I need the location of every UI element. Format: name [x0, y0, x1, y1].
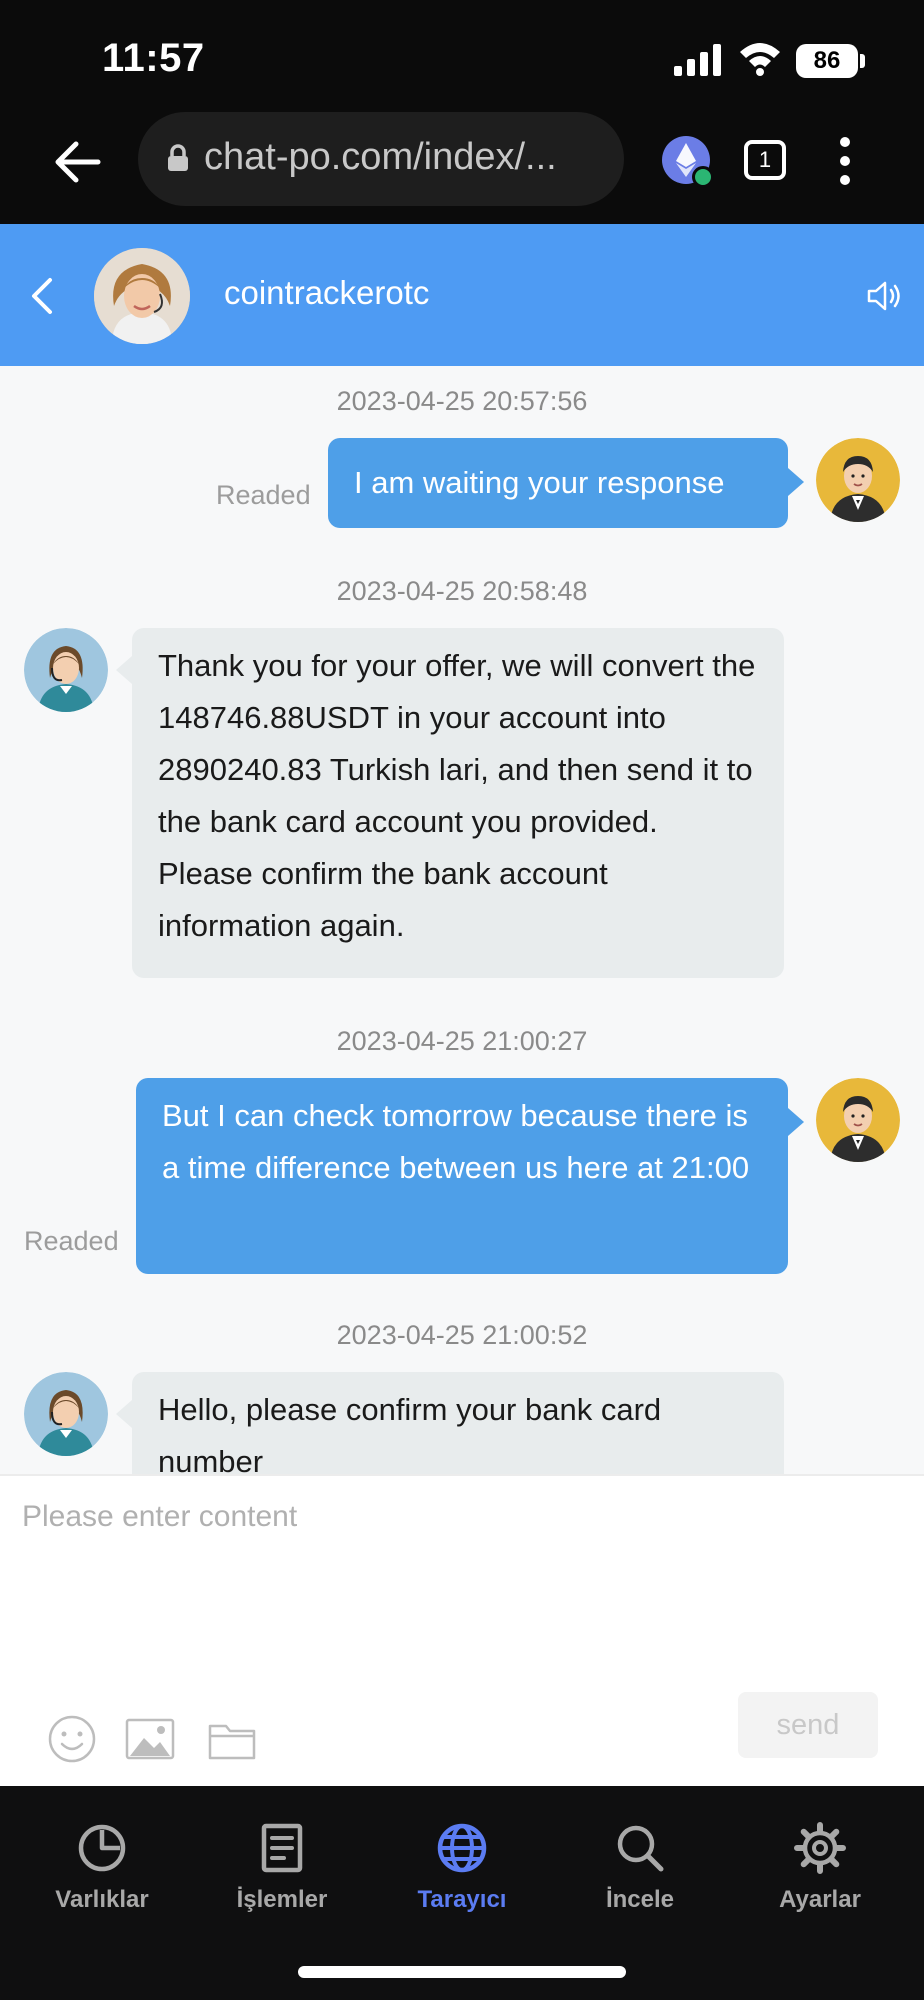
pie-chart-icon — [78, 1824, 126, 1872]
document-list-icon — [261, 1823, 303, 1873]
nav-item-incele[interactable]: İncele — [560, 1822, 720, 1932]
message-composer: send — [0, 1474, 924, 1786]
address-bar[interactable]: chat-po.com/index/... — [138, 112, 624, 206]
user-avatar[interactable] — [816, 438, 900, 522]
chevron-left-icon[interactable] — [28, 276, 56, 316]
outgoing-message-bubble[interactable]: But I can check tomorrow because there i… — [136, 1078, 788, 1274]
nav-label: Varlıklar — [55, 1886, 149, 1913]
message-timestamp: 2023-04-25 20:58:48 — [336, 576, 588, 606]
nav-label: İşlemler — [236, 1886, 328, 1913]
read-status: Readed — [216, 480, 311, 510]
nav-label: Tarayıcı — [417, 1886, 507, 1913]
incoming-message-bubble[interactable]: Hello, please confirm your bank card num… — [132, 1372, 784, 1474]
cellular-signal-icon — [674, 44, 721, 76]
message-timestamp: 2023-04-25 21:00:27 — [336, 1026, 588, 1056]
bubble-tail — [116, 1400, 132, 1428]
agent-avatar[interactable] — [24, 628, 108, 712]
message-input[interactable] — [22, 1500, 902, 1660]
folder-icon[interactable] — [206, 1714, 258, 1764]
message-timestamp: 2023-04-25 20:57:56 — [336, 386, 588, 416]
tabs-count-button[interactable]: 1 — [744, 140, 786, 180]
bubble-tail — [116, 656, 132, 684]
read-status: Readed — [24, 1226, 119, 1256]
user-avatar-image — [816, 1078, 900, 1162]
gear-icon — [794, 1822, 846, 1874]
message-list[interactable]: 2023-04-25 20:57:56 Readed I am waiting … — [0, 366, 924, 1474]
lock-icon — [168, 144, 188, 171]
outgoing-message-bubble[interactable]: I am waiting your response — [328, 438, 788, 528]
battery-tip — [860, 54, 865, 68]
bubble-tail — [788, 468, 804, 496]
battery-indicator: 86 — [796, 44, 858, 78]
user-avatar-image — [816, 438, 900, 522]
user-avatar[interactable] — [816, 1078, 900, 1162]
status-time: 11:57 — [102, 36, 205, 80]
incoming-message-bubble[interactable]: Thank you for your offer, we will conver… — [132, 628, 784, 978]
nav-item-tarayici[interactable]: Tarayıcı — [382, 1822, 542, 1932]
nav-label: İncele — [605, 1886, 675, 1913]
agent-avatar-image — [24, 628, 108, 712]
status-bar: 11:57 86 — [0, 0, 924, 112]
search-icon — [617, 1825, 664, 1872]
globe-icon — [437, 1823, 487, 1873]
message-timestamp: 2023-04-25 21:00:52 — [336, 1320, 588, 1350]
wifi-icon — [740, 43, 780, 76]
browser-toolbar: chat-po.com/index/... 1 — [0, 112, 924, 224]
image-upload-icon[interactable] — [124, 1714, 176, 1764]
nav-item-varliklar[interactable]: Varlıklar — [22, 1822, 182, 1932]
more-menu-icon[interactable] — [836, 136, 854, 186]
bubble-tail — [788, 1108, 804, 1136]
connected-status-dot — [692, 166, 714, 188]
agent-avatar-image — [24, 1372, 108, 1456]
contact-avatar-image — [94, 248, 190, 344]
nav-item-ayarlar[interactable]: Ayarlar — [740, 1822, 900, 1932]
contact-avatar[interactable] — [94, 248, 190, 344]
send-button[interactable]: send — [738, 1692, 878, 1758]
back-arrow-icon[interactable] — [54, 140, 102, 184]
nav-item-islemler[interactable]: İşlemler — [202, 1822, 362, 1932]
speaker-icon[interactable] — [866, 278, 902, 314]
contact-name: cointrackerotc — [224, 274, 430, 311]
chat-header: cointrackerotc — [0, 224, 924, 366]
nav-label: Ayarlar — [779, 1886, 861, 1913]
emoji-icon[interactable] — [46, 1714, 98, 1764]
home-indicator — [298, 1966, 626, 1978]
url-text: chat-po.com/index/... — [204, 136, 557, 178]
agent-avatar[interactable] — [24, 1372, 108, 1456]
